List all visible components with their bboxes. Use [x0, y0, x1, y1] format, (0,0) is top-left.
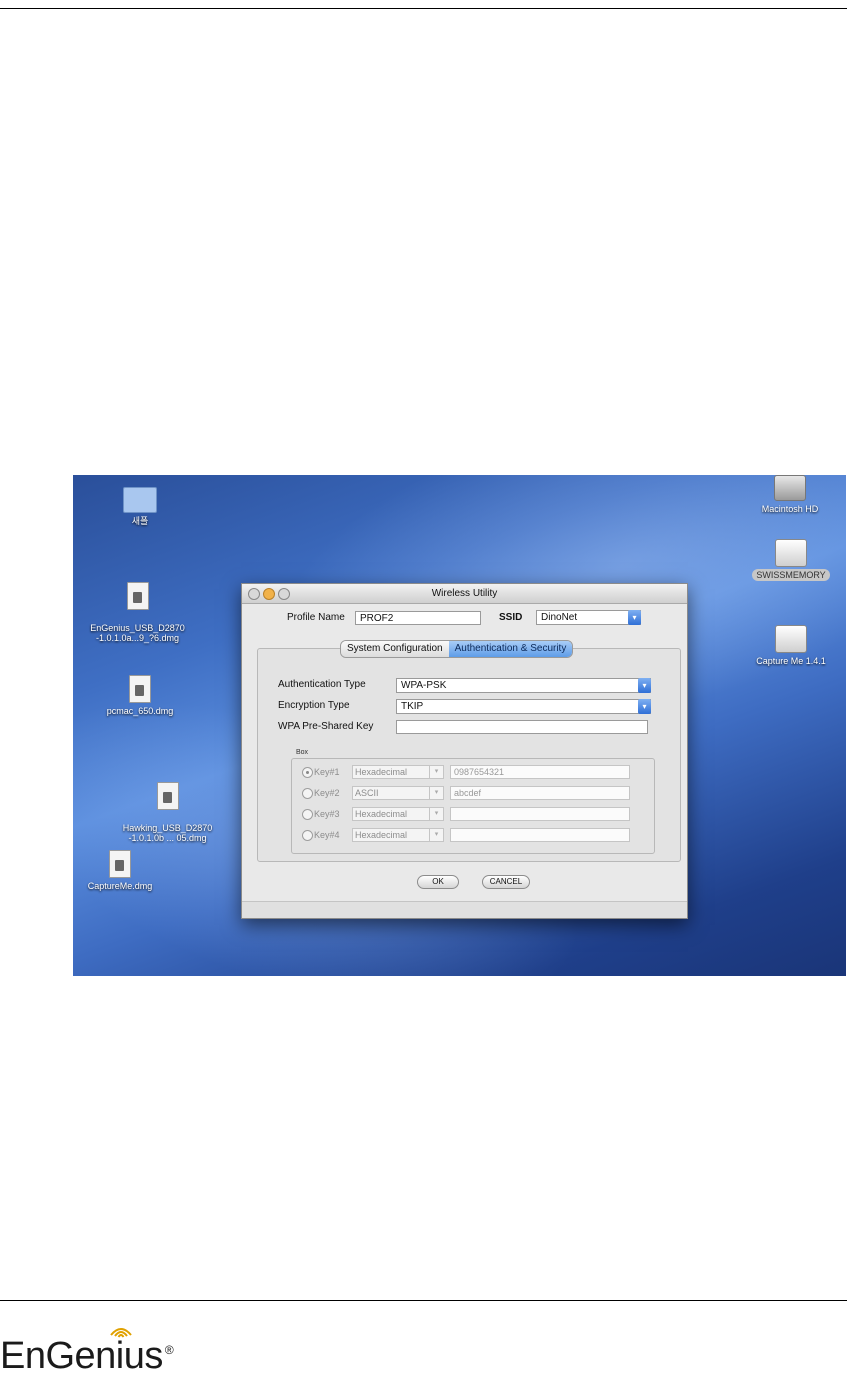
desktop-icon-label: CaptureMe.dmg	[87, 881, 153, 891]
key-3-format-select[interactable]: Hexadecimal ▾	[352, 807, 444, 821]
desktop-icon-label: Capture Me 1.4.1	[756, 656, 826, 666]
minimize-icon[interactable]	[263, 588, 275, 600]
ssid-value: DinoNet	[541, 612, 578, 623]
key-1-format: Hexadecimal	[355, 767, 408, 777]
tab-authentication-security[interactable]: Authentication & Security	[448, 641, 573, 657]
ssid-select[interactable]: DinoNet ▾	[536, 610, 641, 625]
key-4-label: Key#4	[314, 830, 340, 840]
profile-name-label: Profile Name	[287, 612, 345, 623]
chevron-down-icon: ▾	[429, 766, 443, 778]
key-3-label: Key#3	[314, 809, 340, 819]
usb-drive-icon	[775, 539, 807, 567]
registered-mark: ®	[164, 1343, 174, 1357]
desktop-icon-capture-me[interactable]: Capture Me 1.4.1	[741, 625, 841, 666]
wep-key-box: Key#1 Hexadecimal ▾ 0987654321 Key#2 ASC…	[291, 758, 655, 854]
close-icon[interactable]	[248, 588, 260, 600]
psk-input[interactable]	[396, 720, 648, 734]
disk-image-icon	[156, 782, 179, 810]
drive-icon	[775, 625, 807, 653]
engenius-logo: EnGenius ®	[0, 1335, 174, 1378]
auth-type-label: Authentication Type	[278, 679, 366, 690]
cancel-button[interactable]: CANCEL	[482, 875, 530, 889]
auth-type-value: WPA-PSK	[401, 680, 447, 691]
desktop-icon-swissmemory[interactable]: SWISSMEMORY	[743, 539, 839, 581]
desktop-icon-hawking-dmg[interactable]: Hawking_USB_D2870 -1.0.1.0b ... 05.dmg	[105, 772, 230, 843]
psk-label: WPA Pre-Shared Key	[278, 721, 374, 732]
chevron-down-icon: ▾	[638, 699, 651, 714]
chevron-down-icon: ▾	[429, 829, 443, 841]
key-1-value-field[interactable]: 0987654321	[450, 765, 630, 779]
zoom-icon[interactable]	[278, 588, 290, 600]
auth-type-select[interactable]: WPA-PSK ▾	[396, 678, 651, 693]
desktop-icon-capture-dmg[interactable]: CaptureMe.dmg	[75, 850, 165, 891]
hard-drive-icon	[774, 475, 806, 501]
settings-panel: Authentication Type WPA-PSK ▾ Encryption…	[257, 648, 681, 862]
desktop-icon-label: 새폴	[131, 516, 149, 526]
chevron-down-icon: ▾	[429, 808, 443, 820]
ssid-label: SSID	[499, 612, 523, 623]
key-2-radio[interactable]	[302, 788, 313, 799]
key-4-format-select[interactable]: Hexadecimal ▾	[352, 828, 444, 842]
desktop-icon-label: Hawking_USB_D2870 -1.0.1.0b ... 05.dmg	[122, 823, 213, 843]
key-4-format: Hexadecimal	[355, 830, 408, 840]
desktop-icon-label: SWISSMEMORY	[752, 569, 830, 581]
desktop-icon-label: pcmac_650.dmg	[106, 706, 174, 716]
chevron-down-icon: ▾	[429, 787, 443, 799]
key-2-label: Key#2	[314, 788, 340, 798]
key-2-format: ASCII	[355, 788, 379, 798]
key-3-radio[interactable]	[302, 809, 313, 820]
tab-bar: System Configuration Authentication & Se…	[340, 640, 574, 658]
key-3-format: Hexadecimal	[355, 809, 408, 819]
disk-image-icon	[129, 675, 151, 703]
chevron-down-icon: ▾	[638, 678, 651, 693]
box-label: Box	[296, 749, 309, 756]
desktop-screenshot: 새폴 EnGenius_USB_D2870 -1.0.1.0a...9_?6.d…	[73, 475, 846, 976]
desktop-icon-folder[interactable]: 새폴	[115, 487, 165, 526]
key-3-value-field[interactable]	[450, 807, 630, 821]
key-2-format-select[interactable]: ASCII ▾	[352, 786, 444, 800]
desktop-icon-engenius-dmg[interactable]: EnGenius_USB_D2870 -1.0.1.0a...9_?6.dmg	[75, 572, 200, 643]
encryption-type-label: Encryption Type	[278, 700, 350, 711]
desktop-icon-label: EnGenius_USB_D2870 -1.0.1.0a...9_?6.dmg	[90, 623, 185, 643]
tab-system-configuration[interactable]: System Configuration	[341, 641, 449, 657]
key-2-value-field[interactable]: abcdef	[450, 786, 630, 800]
desktop-icon-label: Macintosh HD	[761, 504, 819, 514]
key-4-radio[interactable]	[302, 830, 313, 841]
folder-icon	[123, 487, 157, 513]
window-title: Wireless Utility	[431, 588, 498, 599]
key-1-radio[interactable]	[302, 767, 313, 778]
profile-name-field[interactable]: PROF2	[355, 611, 481, 625]
wireless-utility-window: Wireless Utility Profile Name PROF2 SSID…	[241, 583, 688, 919]
footer-rule	[0, 1300, 847, 1301]
desktop-icon-macintosh-hd[interactable]: Macintosh HD	[745, 475, 835, 514]
key-1-format-select[interactable]: Hexadecimal ▾	[352, 765, 444, 779]
header-rule	[0, 8, 847, 9]
window-status-bar	[242, 901, 687, 918]
disk-image-icon	[109, 850, 131, 878]
encryption-type-select[interactable]: TKIP ▾	[396, 699, 651, 714]
brand-name: EnGenius	[0, 1335, 163, 1377]
key-4-value-field[interactable]	[450, 828, 630, 842]
ok-button[interactable]: OK	[417, 875, 459, 889]
window-titlebar[interactable]: Wireless Utility	[242, 584, 687, 604]
disk-image-icon	[126, 582, 149, 610]
desktop-icon-pcmac-dmg[interactable]: pcmac_650.dmg	[95, 675, 185, 716]
chevron-down-icon: ▾	[628, 610, 641, 625]
key-1-label: Key#1	[314, 767, 340, 777]
encryption-type-value: TKIP	[401, 701, 424, 712]
